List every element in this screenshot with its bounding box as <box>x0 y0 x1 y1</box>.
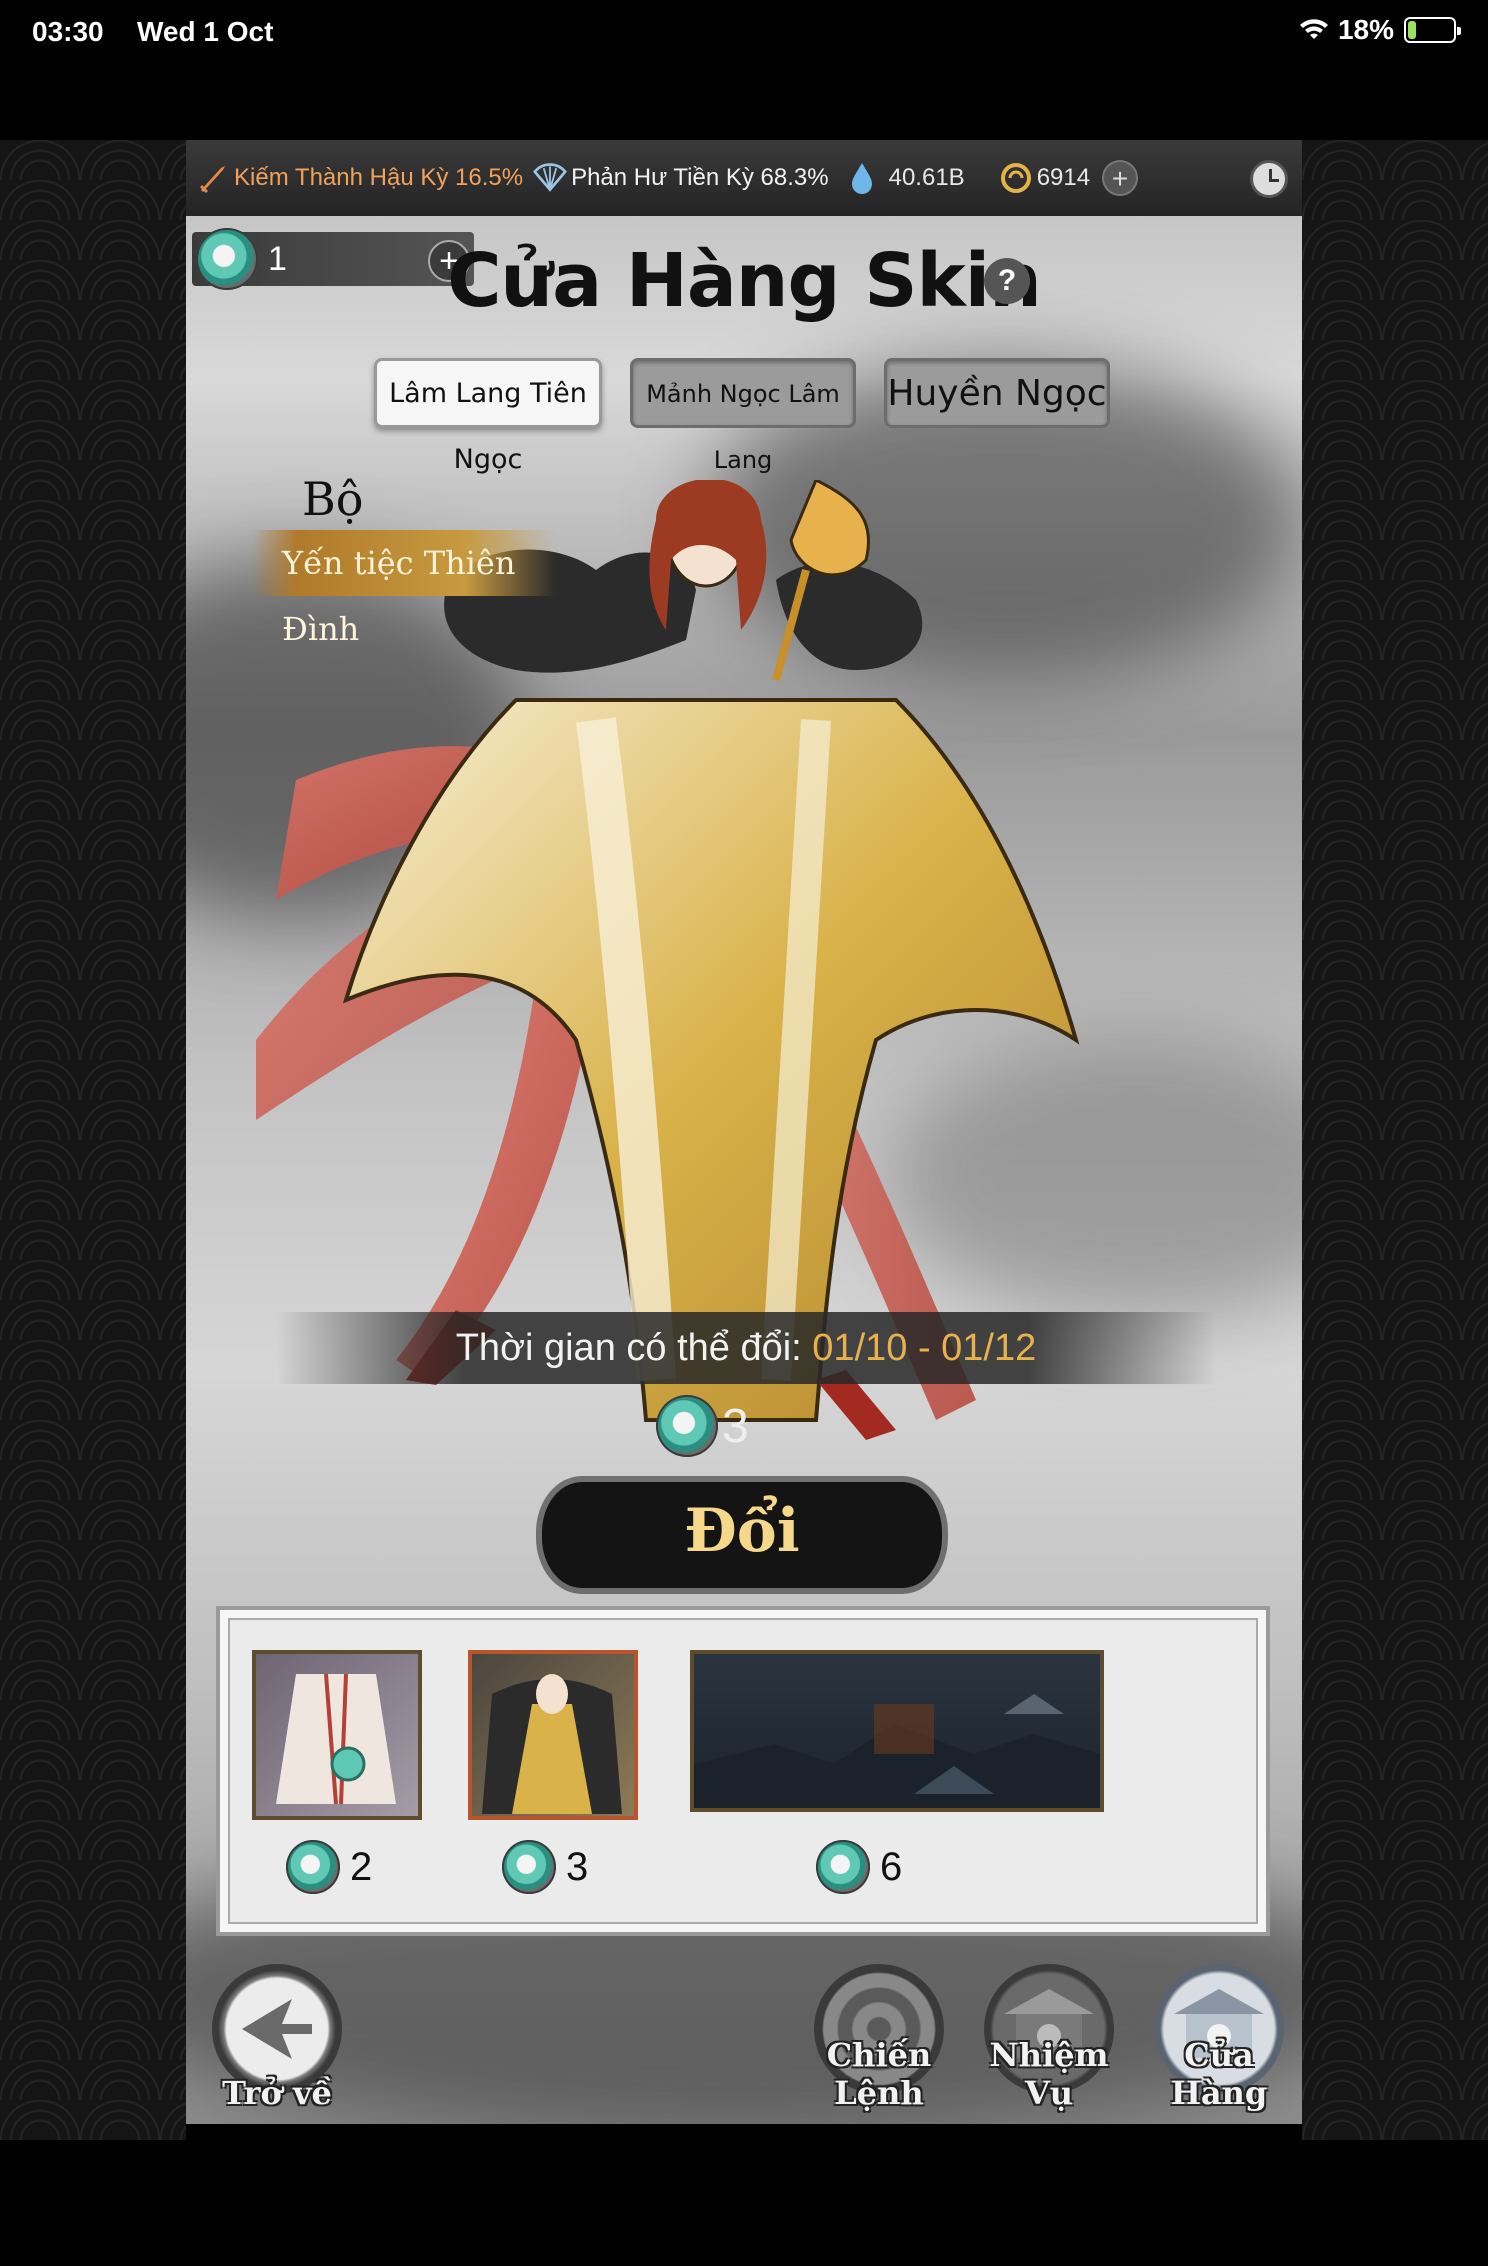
main-cost: 3 <box>656 1394 749 1458</box>
quests-button[interactable]: Nhiệm Vụ <box>974 1944 1124 2124</box>
tab-label: Huyền Ngọc <box>887 373 1107 414</box>
exchange-time-range: 01/10 - 01/12 <box>812 1327 1037 1369</box>
tab-huyen-ngoc[interactable]: Huyền Ngọc <box>884 358 1110 428</box>
bottom-nav: Trở về Chiến Lệnh Nhiệm Vụ Cửa Hàng <box>186 1940 1302 2124</box>
skin-item-scene[interactable] <box>690 1650 1104 1812</box>
battle-pass-label: Chiến Lệnh <box>826 2036 932 2112</box>
coin-icon <box>999 161 1033 195</box>
item-cost-3: 6 <box>816 1840 902 1894</box>
tab-manh-ngoc-lam-lang[interactable]: Mảnh Ngọc Lâm Lang <box>630 358 856 474</box>
fan-icon <box>533 161 568 195</box>
main-cost-value: 3 <box>722 1399 749 1453</box>
scene-thumbnail <box>694 1694 1100 1808</box>
wave-pattern-right <box>1302 140 1488 2140</box>
battery-percent: 18% <box>1337 14 1394 45</box>
sword-icon <box>196 161 230 195</box>
item-cost-value: 3 <box>566 1844 589 1889</box>
realm-progress-1: Kiếm Thành Hậu Kỳ 16.5% <box>234 164 524 191</box>
add-resource-button[interactable]: + <box>1102 160 1139 196</box>
outfit-thumbnail <box>276 1673 396 1805</box>
realm-progress-2: Phản Hư Tiền Kỳ 68.3% <box>571 164 829 191</box>
wave-pattern-left <box>0 140 186 2140</box>
date: Wed 1 Oct <box>137 16 274 47</box>
exchange-button[interactable]: Đổi <box>542 1482 942 1588</box>
wifi-icon <box>1299 19 1328 39</box>
item-cost-value: 6 <box>880 1844 903 1889</box>
item-cost-1: 2 <box>286 1840 372 1894</box>
quests-label: Nhiệm Vụ <box>989 2036 1109 2112</box>
resource-amount-2: 6914 <box>1036 164 1091 191</box>
resource-amount-1: 40.61B <box>888 164 965 191</box>
help-button[interactable]: ? <box>984 258 1030 304</box>
jade-token-icon <box>816 1840 870 1894</box>
jade-token-icon <box>656 1395 718 1457</box>
character-thumbnail <box>482 1674 622 1814</box>
skin-item-character[interactable] <box>468 1650 638 1820</box>
battery-icon <box>1404 17 1461 43</box>
battle-pass-button[interactable]: Chiến Lệnh <box>804 1944 954 2124</box>
item-cost-2: 3 <box>502 1840 588 1894</box>
resource-bar: Kiếm Thành Hậu Kỳ 16.5% Phản Hư Tiền Kỳ … <box>186 140 1302 216</box>
shop-label: Cửa Hàng <box>1170 2036 1268 2112</box>
jade-token-icon <box>502 1840 556 1894</box>
water-drop-icon <box>845 161 879 195</box>
exchange-time-banner: Thời gian có thể đổi: 01/10 - 01/12 <box>276 1312 1216 1384</box>
tab-lam-lang-tien-ngoc[interactable]: Lâm Lang Tiên Ngọc <box>374 358 602 475</box>
jade-token-icon <box>286 1840 340 1894</box>
exchange-time-label: Thời gian có thể đổi: <box>455 1327 802 1369</box>
skin-items-panel: 2 3 6 <box>216 1606 1270 1936</box>
game-screen: Kiếm Thành Hậu Kỳ 16.5% Phản Hư Tiền Kỳ … <box>186 140 1302 2124</box>
page-title: Cửa Hàng Skin <box>447 238 1042 324</box>
shop-button[interactable]: Cửa Hàng <box>1144 1944 1294 2124</box>
back-button[interactable]: Trở về <box>202 1944 352 2124</box>
item-cost-value: 2 <box>350 1844 373 1889</box>
set-label: Bộ <box>302 472 364 526</box>
set-name-banner: Yến tiệc Thiên Đình <box>252 530 556 648</box>
exchange-button-label: Đổi <box>684 1496 800 1566</box>
skin-item-outfit[interactable] <box>252 1650 422 1820</box>
status-bar: 03:30 Wed 1 Oct 18% <box>0 0 1488 64</box>
back-label: Trở về <box>222 2074 332 2112</box>
clock-time: 03:30 <box>32 16 104 47</box>
status-right: 18% <box>1299 14 1461 46</box>
clock-icon[interactable] <box>1250 160 1288 198</box>
battery-fill <box>1408 21 1416 39</box>
tab-label: Lâm Lang Tiên Ngọc <box>389 378 587 475</box>
